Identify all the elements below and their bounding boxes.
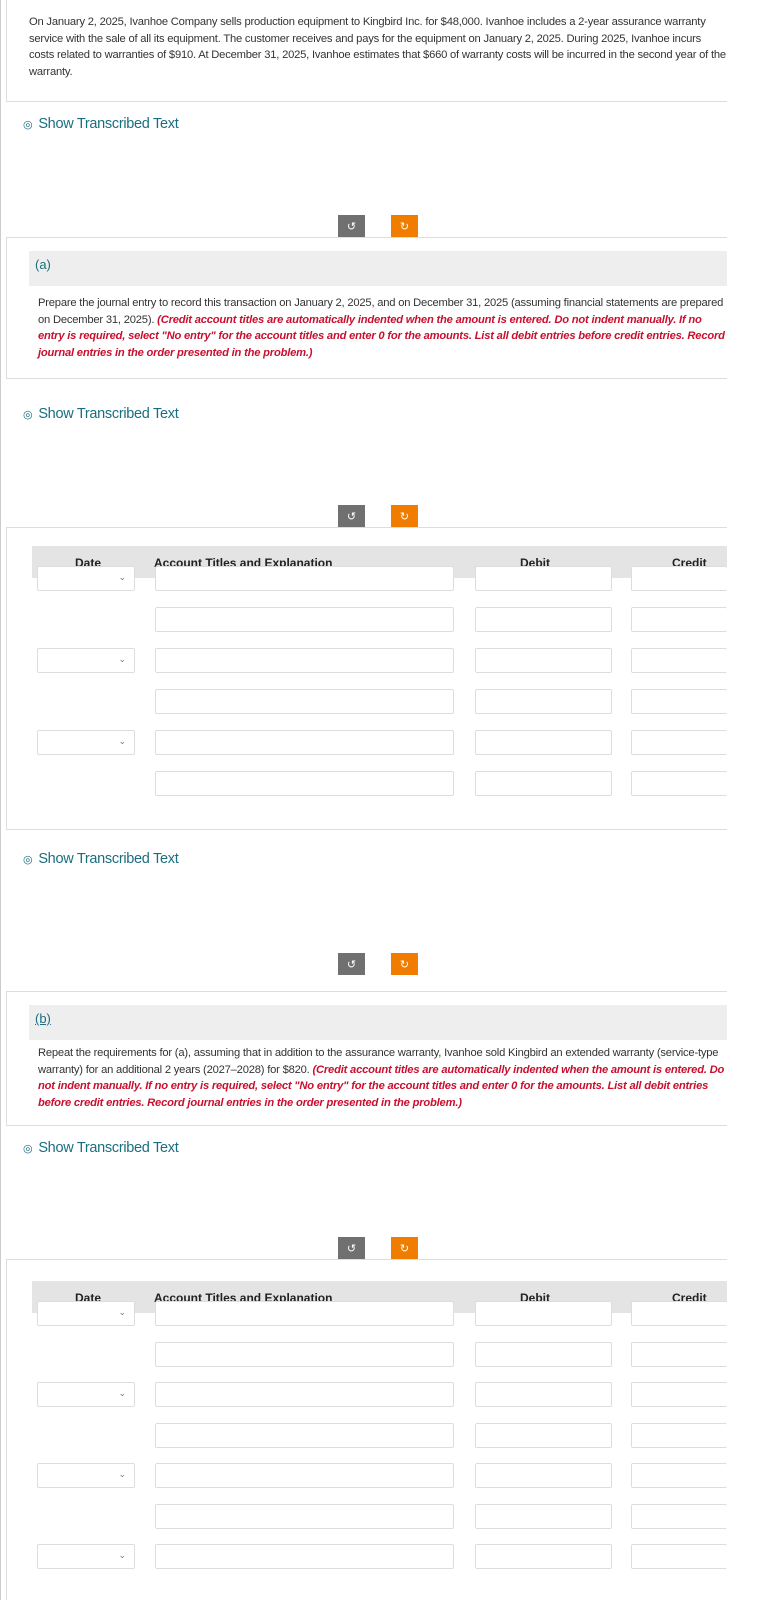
undo-icon: ↺ — [346, 510, 357, 523]
undo-button[interactable]: ↺ — [338, 1237, 365, 1259]
account-title-input[interactable] — [155, 607, 454, 632]
debit-input[interactable] — [475, 771, 612, 796]
credit-input[interactable] — [631, 566, 727, 591]
eye-icon: ◎ — [23, 118, 33, 131]
redo-button[interactable]: ↻ — [391, 215, 418, 237]
debit-input[interactable] — [475, 689, 612, 714]
account-title-input[interactable] — [155, 1503, 454, 1529]
redo-button[interactable]: ↻ — [391, 953, 418, 975]
eye-icon: ◎ — [23, 408, 33, 421]
chevron-down-icon: ⌄ — [118, 1388, 126, 1398]
chevron-down-icon: ⌄ — [118, 572, 126, 582]
account-title-input[interactable] — [155, 1463, 454, 1488]
debit-input[interactable] — [475, 1463, 612, 1488]
part-b-box: (b) Repeat the requirements for (a), ass… — [6, 991, 727, 1126]
problem-box: On January 2, 2025, Ivanhoe Company sell… — [6, 0, 727, 102]
show-transcribed-text-link[interactable]: ◎ Show Transcribed Text — [23, 116, 179, 132]
account-title-input[interactable] — [155, 730, 454, 755]
part-a-box: (a) Prepare the journal entry to record … — [6, 237, 727, 379]
chevron-down-icon: ⌄ — [118, 736, 126, 746]
account-title-input[interactable] — [155, 648, 454, 673]
redo-icon: ↻ — [399, 510, 410, 523]
date-select[interactable]: ⌄ — [37, 1463, 135, 1488]
debit-input[interactable] — [475, 1382, 612, 1407]
chevron-down-icon: ⌄ — [118, 1469, 126, 1479]
show-transcribed-text-link[interactable]: ◎ Show Transcribed Text — [23, 406, 179, 422]
date-select[interactable]: ⌄ — [37, 1382, 135, 1407]
debit-input[interactable] — [475, 730, 612, 755]
debit-input[interactable] — [475, 1341, 612, 1367]
show-transcribed-text-link[interactable]: ◎ Show Transcribed Text — [23, 851, 179, 867]
redo-button[interactable]: ↻ — [391, 505, 418, 527]
eye-icon: ◎ — [23, 1142, 33, 1155]
redo-button[interactable]: ↻ — [391, 1237, 418, 1259]
part-a-label: (a) — [35, 257, 51, 272]
date-select[interactable]: ⌄ — [37, 1301, 135, 1326]
journal-table-b: Date Account Titles and Explanation Debi… — [6, 1259, 727, 1600]
show-transcribed-text-link[interactable]: ◎ Show Transcribed Text — [23, 1140, 179, 1156]
credit-input[interactable] — [631, 607, 727, 632]
date-select[interactable]: ⌄ — [37, 566, 135, 591]
credit-input[interactable] — [631, 648, 727, 673]
chevron-down-icon: ⌄ — [118, 1307, 126, 1317]
part-b-instructions: Repeat the requirements for (a), assumin… — [38, 1047, 725, 1109]
redo-icon: ↻ — [399, 1242, 410, 1255]
journal-table-a: Date Account Titles and Explanation Debi… — [6, 527, 727, 830]
credit-input[interactable] — [631, 1382, 727, 1407]
date-select[interactable]: ⌄ — [37, 1544, 135, 1569]
account-title-input[interactable] — [155, 1422, 454, 1448]
debit-input[interactable] — [475, 648, 612, 673]
undo-icon: ↺ — [346, 1242, 357, 1255]
date-select[interactable]: ⌄ — [37, 648, 135, 673]
account-title-input[interactable] — [155, 689, 454, 714]
debit-input[interactable] — [475, 607, 612, 632]
chevron-down-icon: ⌄ — [118, 654, 126, 664]
account-title-input[interactable] — [155, 1341, 454, 1367]
redo-icon: ↻ — [399, 958, 410, 971]
account-title-input[interactable] — [155, 771, 454, 796]
undo-button[interactable]: ↺ — [338, 953, 365, 975]
account-title-input[interactable] — [155, 566, 454, 591]
date-select[interactable]: ⌄ — [37, 730, 135, 755]
credit-input[interactable] — [631, 1503, 727, 1529]
part-b-label[interactable]: (b) — [35, 1011, 51, 1026]
undo-icon: ↺ — [346, 958, 357, 971]
credit-input[interactable] — [631, 689, 727, 714]
undo-icon: ↺ — [346, 220, 357, 233]
eye-icon: ◎ — [23, 853, 33, 866]
credit-input[interactable] — [631, 771, 727, 796]
chevron-down-icon: ⌄ — [118, 1550, 126, 1560]
credit-input[interactable] — [631, 1422, 727, 1448]
part-a-instructions: Prepare the journal entry to record this… — [38, 297, 725, 359]
debit-input[interactable] — [475, 1301, 612, 1326]
account-title-input[interactable] — [155, 1544, 454, 1569]
problem-text: On January 2, 2025, Ivanhoe Company sell… — [29, 16, 726, 78]
debit-input[interactable] — [475, 1503, 612, 1529]
redo-icon: ↻ — [399, 220, 410, 233]
undo-button[interactable]: ↺ — [338, 505, 365, 527]
debit-input[interactable] — [475, 566, 612, 591]
debit-input[interactable] — [475, 1544, 612, 1569]
credit-input[interactable] — [631, 1544, 727, 1569]
credit-input[interactable] — [631, 1341, 727, 1367]
undo-button[interactable]: ↺ — [338, 215, 365, 237]
credit-input[interactable] — [631, 1463, 727, 1488]
account-title-input[interactable] — [155, 1301, 454, 1326]
debit-input[interactable] — [475, 1422, 612, 1448]
account-title-input[interactable] — [155, 1382, 454, 1407]
credit-input[interactable] — [631, 730, 727, 755]
credit-input[interactable] — [631, 1301, 727, 1326]
